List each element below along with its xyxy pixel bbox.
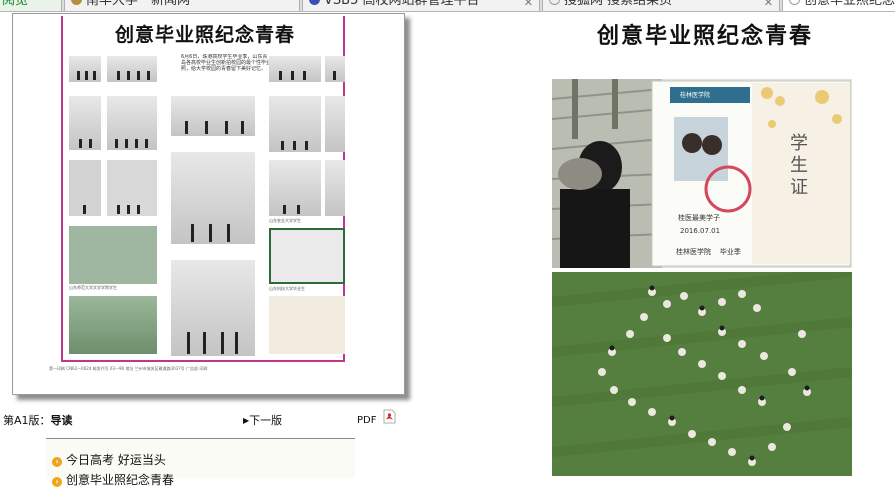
article-photo-student-card[interactable]: 桂林医学院 学生证 桂医最美学子 2016.07.01 桂林医学院 毕业季 — [552, 79, 852, 268]
paper-intro: 6月6日，珠港高校学生毕业季，山东青岛各高校毕业生创新拍校园的最个性毕业照，给大… — [181, 54, 271, 72]
photo-thumb[interactable] — [107, 160, 157, 216]
photo-caption: 山东科技大学毕业生 — [269, 286, 305, 291]
browser-tab[interactable]: 开阅览 — [0, 0, 62, 11]
next-edition-label: 下一版 — [249, 414, 283, 427]
edition-name: 导读 — [50, 414, 73, 427]
edition-indicator: 第A1版：导读 — [3, 412, 73, 428]
headline-list: › 今日高考 好运当头 › 创意毕业照纪念青春 — [46, 438, 355, 487]
browser-tab[interactable]: 南华大学－新闻网 — [64, 0, 300, 11]
browser-tab[interactable]: VSB5 高校网站群管理平台 ✕ — [302, 0, 540, 11]
photo-thumb[interactable] — [269, 160, 321, 216]
card-footer: 桂林医学院 毕业季 — [676, 248, 741, 256]
photo-thumb[interactable] — [269, 56, 321, 82]
paper-headline: 创意毕业照纪念青春 — [114, 24, 295, 46]
field-formation-photo — [552, 272, 852, 476]
tab-label: 开阅览 — [0, 0, 29, 8]
photo-thumb[interactable] — [325, 56, 345, 82]
headline-label: 今日高考 好运当头 — [66, 453, 166, 467]
card-date: 2016.07.01 — [680, 227, 721, 235]
headline-label: 创意毕业照纪念青春 — [66, 473, 175, 487]
next-edition-link[interactable]: ▶下一版 — [243, 412, 282, 428]
photo-thumb[interactable] — [107, 96, 157, 150]
browser-tab[interactable]: 搜狐网 搜索结果页 ✕ — [542, 0, 780, 11]
photo-thumb[interactable] — [269, 228, 345, 284]
photo-thumb[interactable] — [325, 96, 345, 152]
photo-thumb[interactable] — [269, 296, 345, 354]
page-icon — [789, 0, 800, 5]
pdf-label: PDF — [357, 415, 377, 426]
photo-thumb[interactable] — [69, 96, 101, 150]
card-title: 学生证 — [790, 133, 808, 198]
browser-tab-active[interactable]: 创意毕业照纪念青春 — [782, 0, 895, 11]
photo-thumb[interactable] — [69, 160, 101, 216]
headline-item[interactable]: › 创意毕业照纪念青春 — [52, 471, 174, 488]
card-school-label: 桂林医学院 — [680, 92, 711, 99]
headline-item[interactable]: › 今日高考 好运当头 — [52, 451, 166, 468]
browser-tab-strip: 开阅览 南华大学－新闻网 VSB5 高校网站群管理平台 ✕ 搜狐网 搜索结果页 … — [0, 0, 895, 12]
card-name: 桂医最美学子 — [678, 214, 720, 222]
news-site-icon — [71, 0, 82, 5]
pdf-link[interactable]: PDF — [357, 415, 376, 426]
photo-thumb[interactable] — [69, 226, 157, 284]
arrow-right-icon: › — [52, 477, 62, 487]
close-icon[interactable]: ✕ — [764, 0, 773, 10]
photo-thumb[interactable] — [269, 96, 321, 152]
photo-thumb[interactable] — [69, 56, 101, 82]
pdf-icon[interactable] — [382, 409, 397, 424]
photo-thumb[interactable] — [171, 152, 255, 244]
arrow-right-icon: › — [52, 457, 62, 467]
tab-label: 南华大学－新闻网 — [86, 0, 191, 8]
paper-footer: 第一印刷 CN62—0024 邮发代号 03—96 地址 兰州市城关区雁滩路30… — [49, 366, 208, 371]
tab-label: 创意毕业照纪念青春 — [804, 0, 895, 8]
newspaper-page-thumbnail[interactable]: 创意毕业照纪念青春 山东师范大学文学学院学生 6月6日，珠港高校学生毕业季，山东… — [12, 13, 405, 395]
edition-prefix: 第A1版： — [3, 414, 51, 427]
article-photo-arrow-formation[interactable] — [552, 272, 852, 476]
site-globe-icon — [309, 0, 320, 5]
photo-caption: 山东师范大学文学学院学生 — [69, 285, 117, 290]
photo-caption: 山东农业大学学生 — [269, 218, 301, 223]
photo-thumb[interactable] — [171, 96, 255, 136]
tab-label: 搜狐网 搜索结果页 — [564, 0, 673, 8]
photo-thumb[interactable] — [69, 296, 157, 354]
photo-thumb[interactable] — [171, 260, 255, 356]
photo-thumb[interactable] — [107, 56, 157, 82]
article-title: 创意毕业照纪念青春 — [596, 24, 813, 49]
photo-thumb[interactable] — [325, 160, 345, 216]
tab-label: VSB5 高校网站群管理平台 — [324, 0, 480, 8]
page-icon — [549, 0, 560, 5]
close-icon[interactable]: ✕ — [524, 0, 533, 10]
